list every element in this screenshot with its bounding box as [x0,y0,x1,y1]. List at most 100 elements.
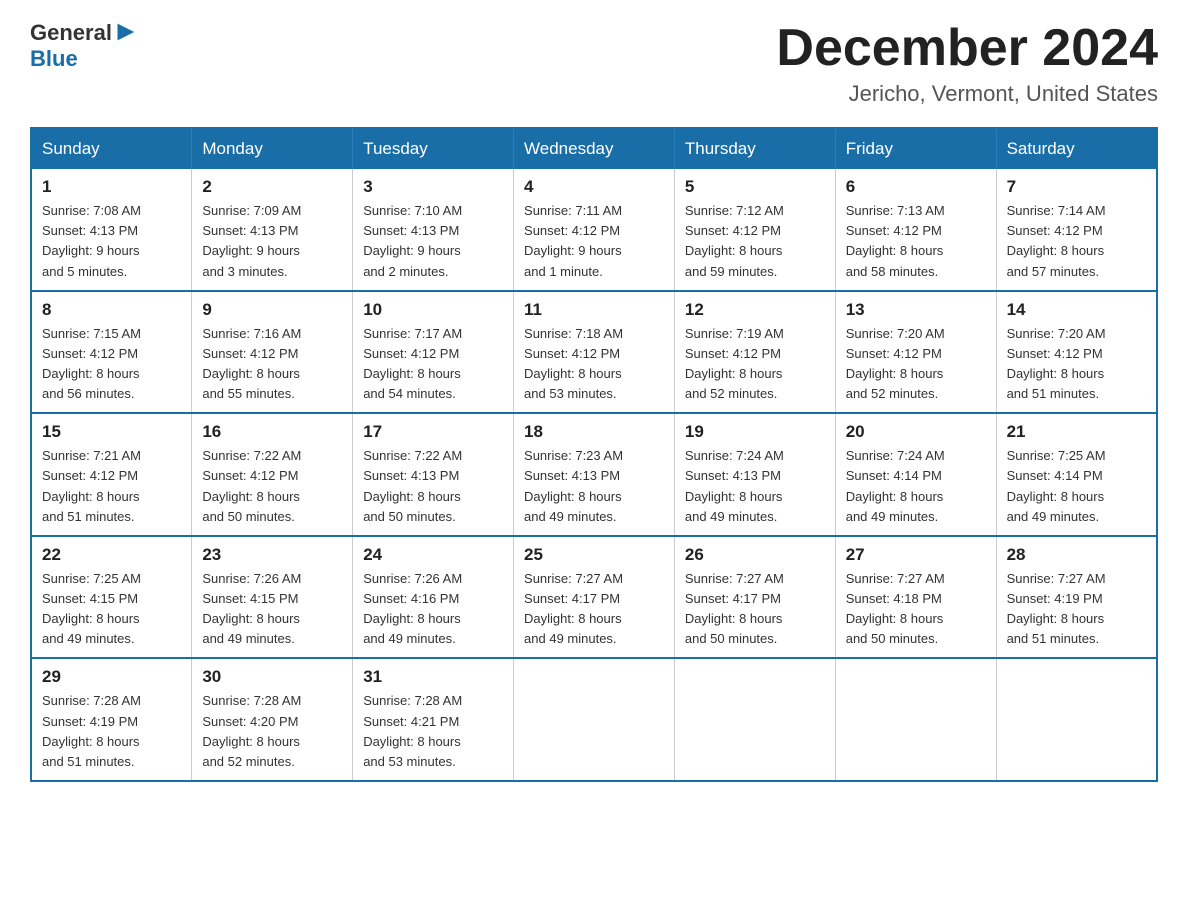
day-info: Sunrise: 7:27 AMSunset: 4:18 PMDaylight:… [846,571,945,646]
calendar-cell: 7 Sunrise: 7:14 AMSunset: 4:12 PMDayligh… [996,169,1157,291]
calendar-title: December 2024 [776,20,1158,77]
day-number: 16 [202,422,342,442]
calendar-cell: 21 Sunrise: 7:25 AMSunset: 4:14 PMDaylig… [996,413,1157,536]
calendar-cell: 29 Sunrise: 7:28 AMSunset: 4:19 PMDaylig… [31,658,192,781]
calendar-cell: 12 Sunrise: 7:19 AMSunset: 4:12 PMDaylig… [674,291,835,414]
day-info: Sunrise: 7:09 AMSunset: 4:13 PMDaylight:… [202,203,301,278]
calendar-cell [996,658,1157,781]
calendar-subtitle: Jericho, Vermont, United States [776,81,1158,107]
calendar-cell: 3 Sunrise: 7:10 AMSunset: 4:13 PMDayligh… [353,169,514,291]
day-number: 19 [685,422,825,442]
calendar-cell: 5 Sunrise: 7:12 AMSunset: 4:12 PMDayligh… [674,169,835,291]
day-info: Sunrise: 7:10 AMSunset: 4:13 PMDaylight:… [363,203,462,278]
calendar-cell: 27 Sunrise: 7:27 AMSunset: 4:18 PMDaylig… [835,536,996,659]
calendar-cell: 13 Sunrise: 7:20 AMSunset: 4:12 PMDaylig… [835,291,996,414]
day-info: Sunrise: 7:28 AMSunset: 4:20 PMDaylight:… [202,693,301,768]
calendar-cell: 23 Sunrise: 7:26 AMSunset: 4:15 PMDaylig… [192,536,353,659]
day-info: Sunrise: 7:28 AMSunset: 4:21 PMDaylight:… [363,693,462,768]
day-info: Sunrise: 7:12 AMSunset: 4:12 PMDaylight:… [685,203,784,278]
weekday-header-thursday: Thursday [674,128,835,169]
calendar-cell: 16 Sunrise: 7:22 AMSunset: 4:12 PMDaylig… [192,413,353,536]
calendar-cell: 2 Sunrise: 7:09 AMSunset: 4:13 PMDayligh… [192,169,353,291]
calendar-cell: 17 Sunrise: 7:22 AMSunset: 4:13 PMDaylig… [353,413,514,536]
calendar-cell: 30 Sunrise: 7:28 AMSunset: 4:20 PMDaylig… [192,658,353,781]
day-info: Sunrise: 7:15 AMSunset: 4:12 PMDaylight:… [42,326,141,401]
day-number: 14 [1007,300,1146,320]
weekday-header-sunday: Sunday [31,128,192,169]
calendar-cell: 18 Sunrise: 7:23 AMSunset: 4:13 PMDaylig… [514,413,675,536]
day-info: Sunrise: 7:24 AMSunset: 4:13 PMDaylight:… [685,448,784,523]
calendar-cell: 22 Sunrise: 7:25 AMSunset: 4:15 PMDaylig… [31,536,192,659]
day-info: Sunrise: 7:27 AMSunset: 4:17 PMDaylight:… [524,571,623,646]
calendar-cell: 25 Sunrise: 7:27 AMSunset: 4:17 PMDaylig… [514,536,675,659]
day-number: 23 [202,545,342,565]
calendar-cell: 26 Sunrise: 7:27 AMSunset: 4:17 PMDaylig… [674,536,835,659]
day-number: 22 [42,545,181,565]
day-info: Sunrise: 7:17 AMSunset: 4:12 PMDaylight:… [363,326,462,401]
week-row-5: 29 Sunrise: 7:28 AMSunset: 4:19 PMDaylig… [31,658,1157,781]
calendar-cell: 14 Sunrise: 7:20 AMSunset: 4:12 PMDaylig… [996,291,1157,414]
day-number: 20 [846,422,986,442]
weekday-header-monday: Monday [192,128,353,169]
day-info: Sunrise: 7:14 AMSunset: 4:12 PMDaylight:… [1007,203,1106,278]
day-number: 9 [202,300,342,320]
day-number: 6 [846,177,986,197]
day-number: 3 [363,177,503,197]
page-header: General ► Blue December 2024 Jericho, Ve… [30,20,1158,107]
day-info: Sunrise: 7:13 AMSunset: 4:12 PMDaylight:… [846,203,945,278]
calendar-cell: 28 Sunrise: 7:27 AMSunset: 4:19 PMDaylig… [996,536,1157,659]
calendar-cell: 19 Sunrise: 7:24 AMSunset: 4:13 PMDaylig… [674,413,835,536]
weekday-header-tuesday: Tuesday [353,128,514,169]
day-number: 25 [524,545,664,565]
day-number: 1 [42,177,181,197]
calendar-cell: 8 Sunrise: 7:15 AMSunset: 4:12 PMDayligh… [31,291,192,414]
title-section: December 2024 Jericho, Vermont, United S… [776,20,1158,107]
calendar-cell: 20 Sunrise: 7:24 AMSunset: 4:14 PMDaylig… [835,413,996,536]
day-number: 18 [524,422,664,442]
day-info: Sunrise: 7:25 AMSunset: 4:15 PMDaylight:… [42,571,141,646]
week-row-3: 15 Sunrise: 7:21 AMSunset: 4:12 PMDaylig… [31,413,1157,536]
weekday-header-saturday: Saturday [996,128,1157,169]
day-number: 29 [42,667,181,687]
day-number: 26 [685,545,825,565]
weekday-header-row: SundayMondayTuesdayWednesdayThursdayFrid… [31,128,1157,169]
calendar-cell: 15 Sunrise: 7:21 AMSunset: 4:12 PMDaylig… [31,413,192,536]
day-number: 15 [42,422,181,442]
day-info: Sunrise: 7:27 AMSunset: 4:17 PMDaylight:… [685,571,784,646]
day-number: 11 [524,300,664,320]
day-info: Sunrise: 7:18 AMSunset: 4:12 PMDaylight:… [524,326,623,401]
day-number: 24 [363,545,503,565]
day-number: 28 [1007,545,1146,565]
calendar-table: SundayMondayTuesdayWednesdayThursdayFrid… [30,127,1158,782]
day-info: Sunrise: 7:19 AMSunset: 4:12 PMDaylight:… [685,326,784,401]
calendar-cell: 4 Sunrise: 7:11 AMSunset: 4:12 PMDayligh… [514,169,675,291]
day-info: Sunrise: 7:22 AMSunset: 4:12 PMDaylight:… [202,448,301,523]
day-info: Sunrise: 7:26 AMSunset: 4:15 PMDaylight:… [202,571,301,646]
day-info: Sunrise: 7:28 AMSunset: 4:19 PMDaylight:… [42,693,141,768]
calendar-cell [835,658,996,781]
day-number: 7 [1007,177,1146,197]
day-number: 12 [685,300,825,320]
calendar-cell: 11 Sunrise: 7:18 AMSunset: 4:12 PMDaylig… [514,291,675,414]
day-number: 17 [363,422,503,442]
day-info: Sunrise: 7:22 AMSunset: 4:13 PMDaylight:… [363,448,462,523]
day-number: 13 [846,300,986,320]
logo: General ► Blue [30,20,140,71]
week-row-4: 22 Sunrise: 7:25 AMSunset: 4:15 PMDaylig… [31,536,1157,659]
calendar-cell: 9 Sunrise: 7:16 AMSunset: 4:12 PMDayligh… [192,291,353,414]
day-number: 27 [846,545,986,565]
day-number: 5 [685,177,825,197]
day-info: Sunrise: 7:23 AMSunset: 4:13 PMDaylight:… [524,448,623,523]
day-number: 30 [202,667,342,687]
day-info: Sunrise: 7:20 AMSunset: 4:12 PMDaylight:… [846,326,945,401]
day-number: 4 [524,177,664,197]
day-info: Sunrise: 7:16 AMSunset: 4:12 PMDaylight:… [202,326,301,401]
day-number: 21 [1007,422,1146,442]
calendar-cell: 1 Sunrise: 7:08 AMSunset: 4:13 PMDayligh… [31,169,192,291]
day-number: 31 [363,667,503,687]
weekday-header-friday: Friday [835,128,996,169]
day-number: 8 [42,300,181,320]
day-info: Sunrise: 7:20 AMSunset: 4:12 PMDaylight:… [1007,326,1106,401]
calendar-cell: 10 Sunrise: 7:17 AMSunset: 4:12 PMDaylig… [353,291,514,414]
logo-blue-text: Blue [30,47,140,71]
